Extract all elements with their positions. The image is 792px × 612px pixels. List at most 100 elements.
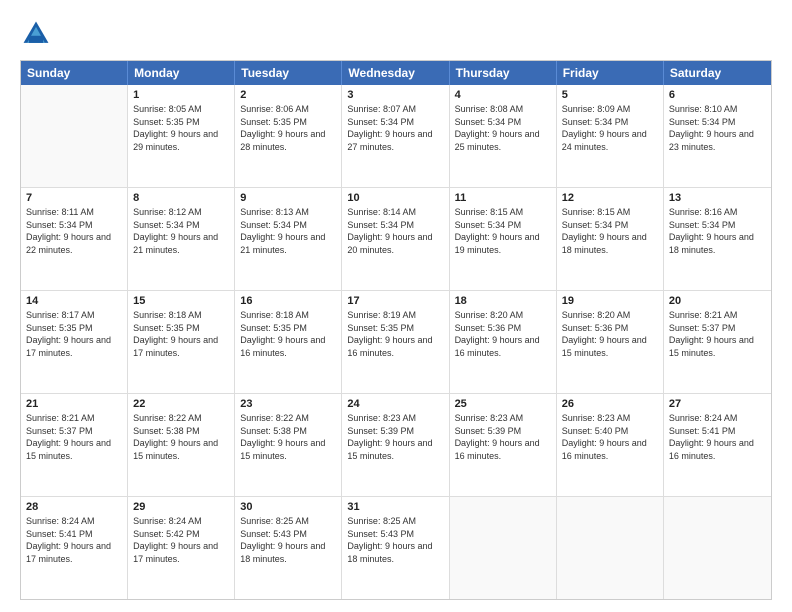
day-number: 7 (26, 192, 122, 204)
calendar-week-row: 28 Sunrise: 8:24 AMSunset: 5:41 PMDayligh… (21, 497, 771, 599)
day-info: Sunrise: 8:06 AMSunset: 5:35 PMDaylight:… (240, 103, 336, 153)
calendar-header-cell: Wednesday (342, 61, 449, 85)
day-number: 28 (26, 501, 122, 513)
day-number: 25 (455, 398, 551, 410)
calendar-header: SundayMondayTuesdayWednesdayThursdayFrid… (21, 61, 771, 85)
day-number: 29 (133, 501, 229, 513)
calendar-cell: 12 Sunrise: 8:15 AMSunset: 5:34 PMDayligh… (557, 188, 664, 290)
page: SundayMondayTuesdayWednesdayThursdayFrid… (0, 0, 792, 612)
calendar-cell: 24Sunrise: 8:23 AMSunset: 5:39 PMDayligh… (342, 394, 449, 496)
calendar-week-row: 14Sunrise: 8:17 AMSunset: 5:35 PMDayligh… (21, 291, 771, 394)
calendar-cell: 27 Sunrise: 8:24 AMSunset: 5:41 PMDayligh… (664, 394, 771, 496)
logo (20, 18, 56, 50)
calendar-header-cell: Tuesday (235, 61, 342, 85)
calendar-header-cell: Friday (557, 61, 664, 85)
day-info: Sunrise: 8:23 AMSunset: 5:40 PMDaylight:… (562, 412, 658, 462)
day-number: 15 (133, 295, 229, 307)
calendar-cell: 3Sunrise: 8:07 AMSunset: 5:34 PMDaylight… (342, 85, 449, 187)
day-number: 24 (347, 398, 443, 410)
calendar-cell: 26 Sunrise: 8:23 AMSunset: 5:40 PMDayligh… (557, 394, 664, 496)
calendar-header-cell: Sunday (21, 61, 128, 85)
calendar-cell (450, 497, 557, 599)
calendar-cell: 10 Sunrise: 8:14 AMSunset: 5:34 PMDayligh… (342, 188, 449, 290)
day-info: Sunrise: 8:09 AMSunset: 5:34 PMDaylight:… (562, 103, 658, 153)
day-number: 10 (347, 192, 443, 204)
day-number: 16 (240, 295, 336, 307)
day-info: Sunrise: 8:13 AMSunset: 5:34 PMDaylight:… (240, 206, 336, 256)
calendar-cell: 20 Sunrise: 8:21 AMSunset: 5:37 PMDayligh… (664, 291, 771, 393)
calendar-cell: 19 Sunrise: 8:20 AMSunset: 5:36 PMDayligh… (557, 291, 664, 393)
day-info: Sunrise: 8:14 AMSunset: 5:34 PMDaylight:… (347, 206, 443, 256)
calendar-cell: 13 Sunrise: 8:16 AMSunset: 5:34 PMDayligh… (664, 188, 771, 290)
day-info: Sunrise: 8:23 AMSunset: 5:39 PMDaylight:… (455, 412, 551, 462)
day-info: Sunrise: 8:24 AMSunset: 5:41 PMDaylight:… (669, 412, 766, 462)
day-info: Sunrise: 8:18 AMSunset: 5:35 PMDaylight:… (240, 309, 336, 359)
day-number: 12 (562, 192, 658, 204)
day-info: Sunrise: 8:15 AMSunset: 5:34 PMDaylight:… (455, 206, 551, 256)
calendar-cell: 28 Sunrise: 8:24 AMSunset: 5:41 PMDayligh… (21, 497, 128, 599)
day-info: Sunrise: 8:22 AMSunset: 5:38 PMDaylight:… (240, 412, 336, 462)
calendar-cell: 29 Sunrise: 8:24 AMSunset: 5:42 PMDayligh… (128, 497, 235, 599)
day-number: 8 (133, 192, 229, 204)
calendar-cell (557, 497, 664, 599)
calendar-week-row: 7 Sunrise: 8:11 AMSunset: 5:34 PMDaylight… (21, 188, 771, 291)
calendar-cell: 5 Sunrise: 8:09 AMSunset: 5:34 PMDaylight… (557, 85, 664, 187)
day-number: 13 (669, 192, 766, 204)
calendar: SundayMondayTuesdayWednesdayThursdayFrid… (20, 60, 772, 600)
day-number: 1 (133, 89, 229, 101)
day-number: 30 (240, 501, 336, 513)
day-info: Sunrise: 8:22 AMSunset: 5:38 PMDaylight:… (133, 412, 229, 462)
day-number: 2 (240, 89, 336, 101)
calendar-header-cell: Monday (128, 61, 235, 85)
calendar-cell: 15Sunrise: 8:18 AMSunset: 5:35 PMDayligh… (128, 291, 235, 393)
day-number: 9 (240, 192, 336, 204)
day-number: 3 (347, 89, 443, 101)
calendar-header-cell: Saturday (664, 61, 771, 85)
calendar-cell: 4 Sunrise: 8:08 AMSunset: 5:34 PMDaylight… (450, 85, 557, 187)
day-info: Sunrise: 8:19 AMSunset: 5:35 PMDaylight:… (347, 309, 443, 359)
day-number: 17 (347, 295, 443, 307)
day-info: Sunrise: 8:05 AMSunset: 5:35 PMDaylight:… (133, 103, 229, 153)
calendar-cell: 16 Sunrise: 8:18 AMSunset: 5:35 PMDayligh… (235, 291, 342, 393)
day-info: Sunrise: 8:16 AMSunset: 5:34 PMDaylight:… (669, 206, 766, 256)
calendar-cell (21, 85, 128, 187)
calendar-cell: 1 Sunrise: 8:05 AMSunset: 5:35 PMDaylight… (128, 85, 235, 187)
day-number: 27 (669, 398, 766, 410)
day-info: Sunrise: 8:10 AMSunset: 5:34 PMDaylight:… (669, 103, 766, 153)
calendar-cell: 9 Sunrise: 8:13 AMSunset: 5:34 PMDaylight… (235, 188, 342, 290)
day-info: Sunrise: 8:20 AMSunset: 5:36 PMDaylight:… (562, 309, 658, 359)
calendar-cell: 7 Sunrise: 8:11 AMSunset: 5:34 PMDaylight… (21, 188, 128, 290)
calendar-cell: 25 Sunrise: 8:23 AMSunset: 5:39 PMDayligh… (450, 394, 557, 496)
day-number: 19 (562, 295, 658, 307)
calendar-week-row: 1 Sunrise: 8:05 AMSunset: 5:35 PMDaylight… (21, 85, 771, 188)
day-info: Sunrise: 8:08 AMSunset: 5:34 PMDaylight:… (455, 103, 551, 153)
day-number: 23 (240, 398, 336, 410)
day-number: 21 (26, 398, 122, 410)
day-info: Sunrise: 8:15 AMSunset: 5:34 PMDaylight:… (562, 206, 658, 256)
calendar-cell: 23 Sunrise: 8:22 AMSunset: 5:38 PMDayligh… (235, 394, 342, 496)
day-info: Sunrise: 8:20 AMSunset: 5:36 PMDaylight:… (455, 309, 551, 359)
calendar-cell: 2 Sunrise: 8:06 AMSunset: 5:35 PMDaylight… (235, 85, 342, 187)
calendar-header-cell: Thursday (450, 61, 557, 85)
day-info: Sunrise: 8:21 AMSunset: 5:37 PMDaylight:… (669, 309, 766, 359)
calendar-cell: 17 Sunrise: 8:19 AMSunset: 5:35 PMDayligh… (342, 291, 449, 393)
day-number: 31 (347, 501, 443, 513)
day-number: 18 (455, 295, 551, 307)
calendar-cell: 11Sunrise: 8:15 AMSunset: 5:34 PMDayligh… (450, 188, 557, 290)
calendar-cell: 8 Sunrise: 8:12 AMSunset: 5:34 PMDaylight… (128, 188, 235, 290)
day-info: Sunrise: 8:24 AMSunset: 5:41 PMDaylight:… (26, 515, 122, 565)
day-number: 20 (669, 295, 766, 307)
calendar-week-row: 21Sunrise: 8:21 AMSunset: 5:37 PMDayligh… (21, 394, 771, 497)
day-info: Sunrise: 8:12 AMSunset: 5:34 PMDaylight:… (133, 206, 229, 256)
day-number: 26 (562, 398, 658, 410)
day-number: 5 (562, 89, 658, 101)
day-info: Sunrise: 8:11 AMSunset: 5:34 PMDaylight:… (26, 206, 122, 256)
day-info: Sunrise: 8:25 AMSunset: 5:43 PMDaylight:… (347, 515, 443, 565)
calendar-cell: 30 Sunrise: 8:25 AMSunset: 5:43 PMDayligh… (235, 497, 342, 599)
day-info: Sunrise: 8:25 AMSunset: 5:43 PMDaylight:… (240, 515, 336, 565)
calendar-cell: 22Sunrise: 8:22 AMSunset: 5:38 PMDayligh… (128, 394, 235, 496)
day-info: Sunrise: 8:24 AMSunset: 5:42 PMDaylight:… (133, 515, 229, 565)
calendar-cell: 6Sunrise: 8:10 AMSunset: 5:34 PMDaylight… (664, 85, 771, 187)
day-number: 4 (455, 89, 551, 101)
calendar-cell (664, 497, 771, 599)
